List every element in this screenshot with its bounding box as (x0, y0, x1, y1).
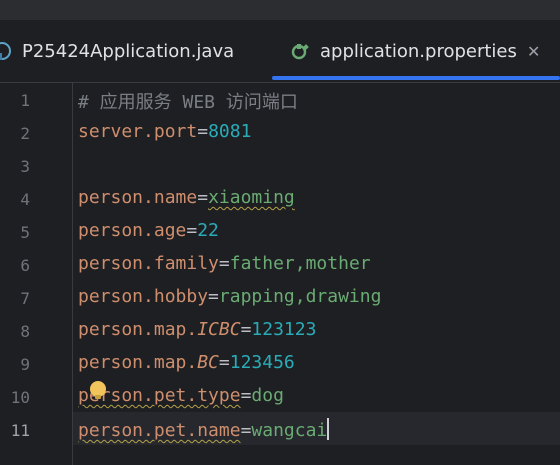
property-value: 8081 (208, 121, 252, 142)
equals-sign: = (208, 286, 219, 307)
property-value: dog (251, 385, 284, 406)
line-number: 6 (20, 256, 30, 275)
property-key-italic: BC (197, 352, 219, 373)
line-number: 10 (10, 388, 30, 407)
equals-sign: = (218, 352, 230, 373)
line-number: 2 (20, 124, 30, 143)
property-key: server.port (78, 121, 198, 142)
code-line-4[interactable]: person.name=xiaoming (78, 187, 295, 208)
editor-tab-bar: P25424Application.java application.prope… (0, 20, 560, 83)
equals-sign: = (197, 187, 209, 208)
line-number: 3 (20, 157, 30, 176)
active-tab-indicator (272, 76, 560, 80)
code-line-8[interactable]: person.map.ICBC=123123 (78, 319, 316, 340)
code-line-7[interactable]: person.hobby=rapping,drawing (78, 286, 381, 307)
tab-label: application.properties (320, 40, 517, 62)
equals-sign: = (197, 121, 209, 142)
property-key-italic: ICBC (197, 319, 241, 340)
property-key: person.family (78, 253, 219, 274)
property-value: 123123 (251, 319, 317, 340)
lightbulb-intention-icon[interactable] (90, 381, 106, 399)
property-value: father,mother (229, 253, 371, 274)
title-strip (0, 0, 560, 20)
tab-application-properties[interactable]: application.properties (290, 20, 517, 82)
property-value: wangcai (251, 420, 328, 441)
properties-icon (291, 44, 309, 60)
close-tab-icon[interactable]: ✕ (527, 42, 540, 61)
property-value: 22 (197, 220, 219, 241)
code-line-5[interactable]: person.age=22 (78, 220, 219, 241)
code-line-9[interactable]: person.map.BC=123456 (78, 352, 295, 373)
java-class-icon (0, 42, 11, 60)
equals-sign: = (240, 385, 252, 406)
property-key: person.hobby (78, 286, 209, 307)
equals-sign: = (218, 253, 230, 274)
code-line-11[interactable]: person.pet.name=wangcai (78, 418, 330, 441)
line-number-current: 11 (10, 421, 30, 440)
line-number-gutter: 1 2 3 4 5 6 7 8 9 10 11 (0, 83, 73, 465)
equals-sign: = (240, 319, 252, 340)
line-number: 8 (20, 322, 30, 341)
line-number: 4 (20, 190, 30, 209)
line-number: 7 (20, 289, 30, 308)
tab-p25424application-java[interactable]: P25424Application.java (0, 20, 234, 82)
code-line-6[interactable]: person.family=father,mother (78, 253, 371, 274)
code-line-10[interactable]: person.pet.type=dog (78, 385, 284, 406)
equals-sign: = (186, 220, 198, 241)
line-number: 9 (20, 355, 30, 374)
line-number: 1 (20, 91, 30, 110)
property-key: person.pet.name (78, 420, 241, 441)
property-value: rapping,drawing (218, 286, 382, 307)
comment: # 应用服务 WEB 访问端口 (78, 92, 298, 113)
property-key: person.name (78, 187, 198, 208)
line-number: 5 (20, 223, 30, 242)
equals-sign: = (240, 420, 252, 441)
property-key: person.map. (78, 319, 198, 340)
tab-label: P25424Application.java (22, 40, 235, 62)
code-line-1[interactable]: # 应用服务 WEB 访问端口 (78, 88, 298, 114)
property-value: xiaoming (208, 187, 295, 208)
property-key: person.map. (78, 352, 198, 373)
text-caret (327, 418, 330, 440)
property-key: person.age (78, 220, 187, 241)
code-line-2[interactable]: server.port=8081 (78, 121, 251, 142)
property-value: 123456 (229, 352, 295, 373)
